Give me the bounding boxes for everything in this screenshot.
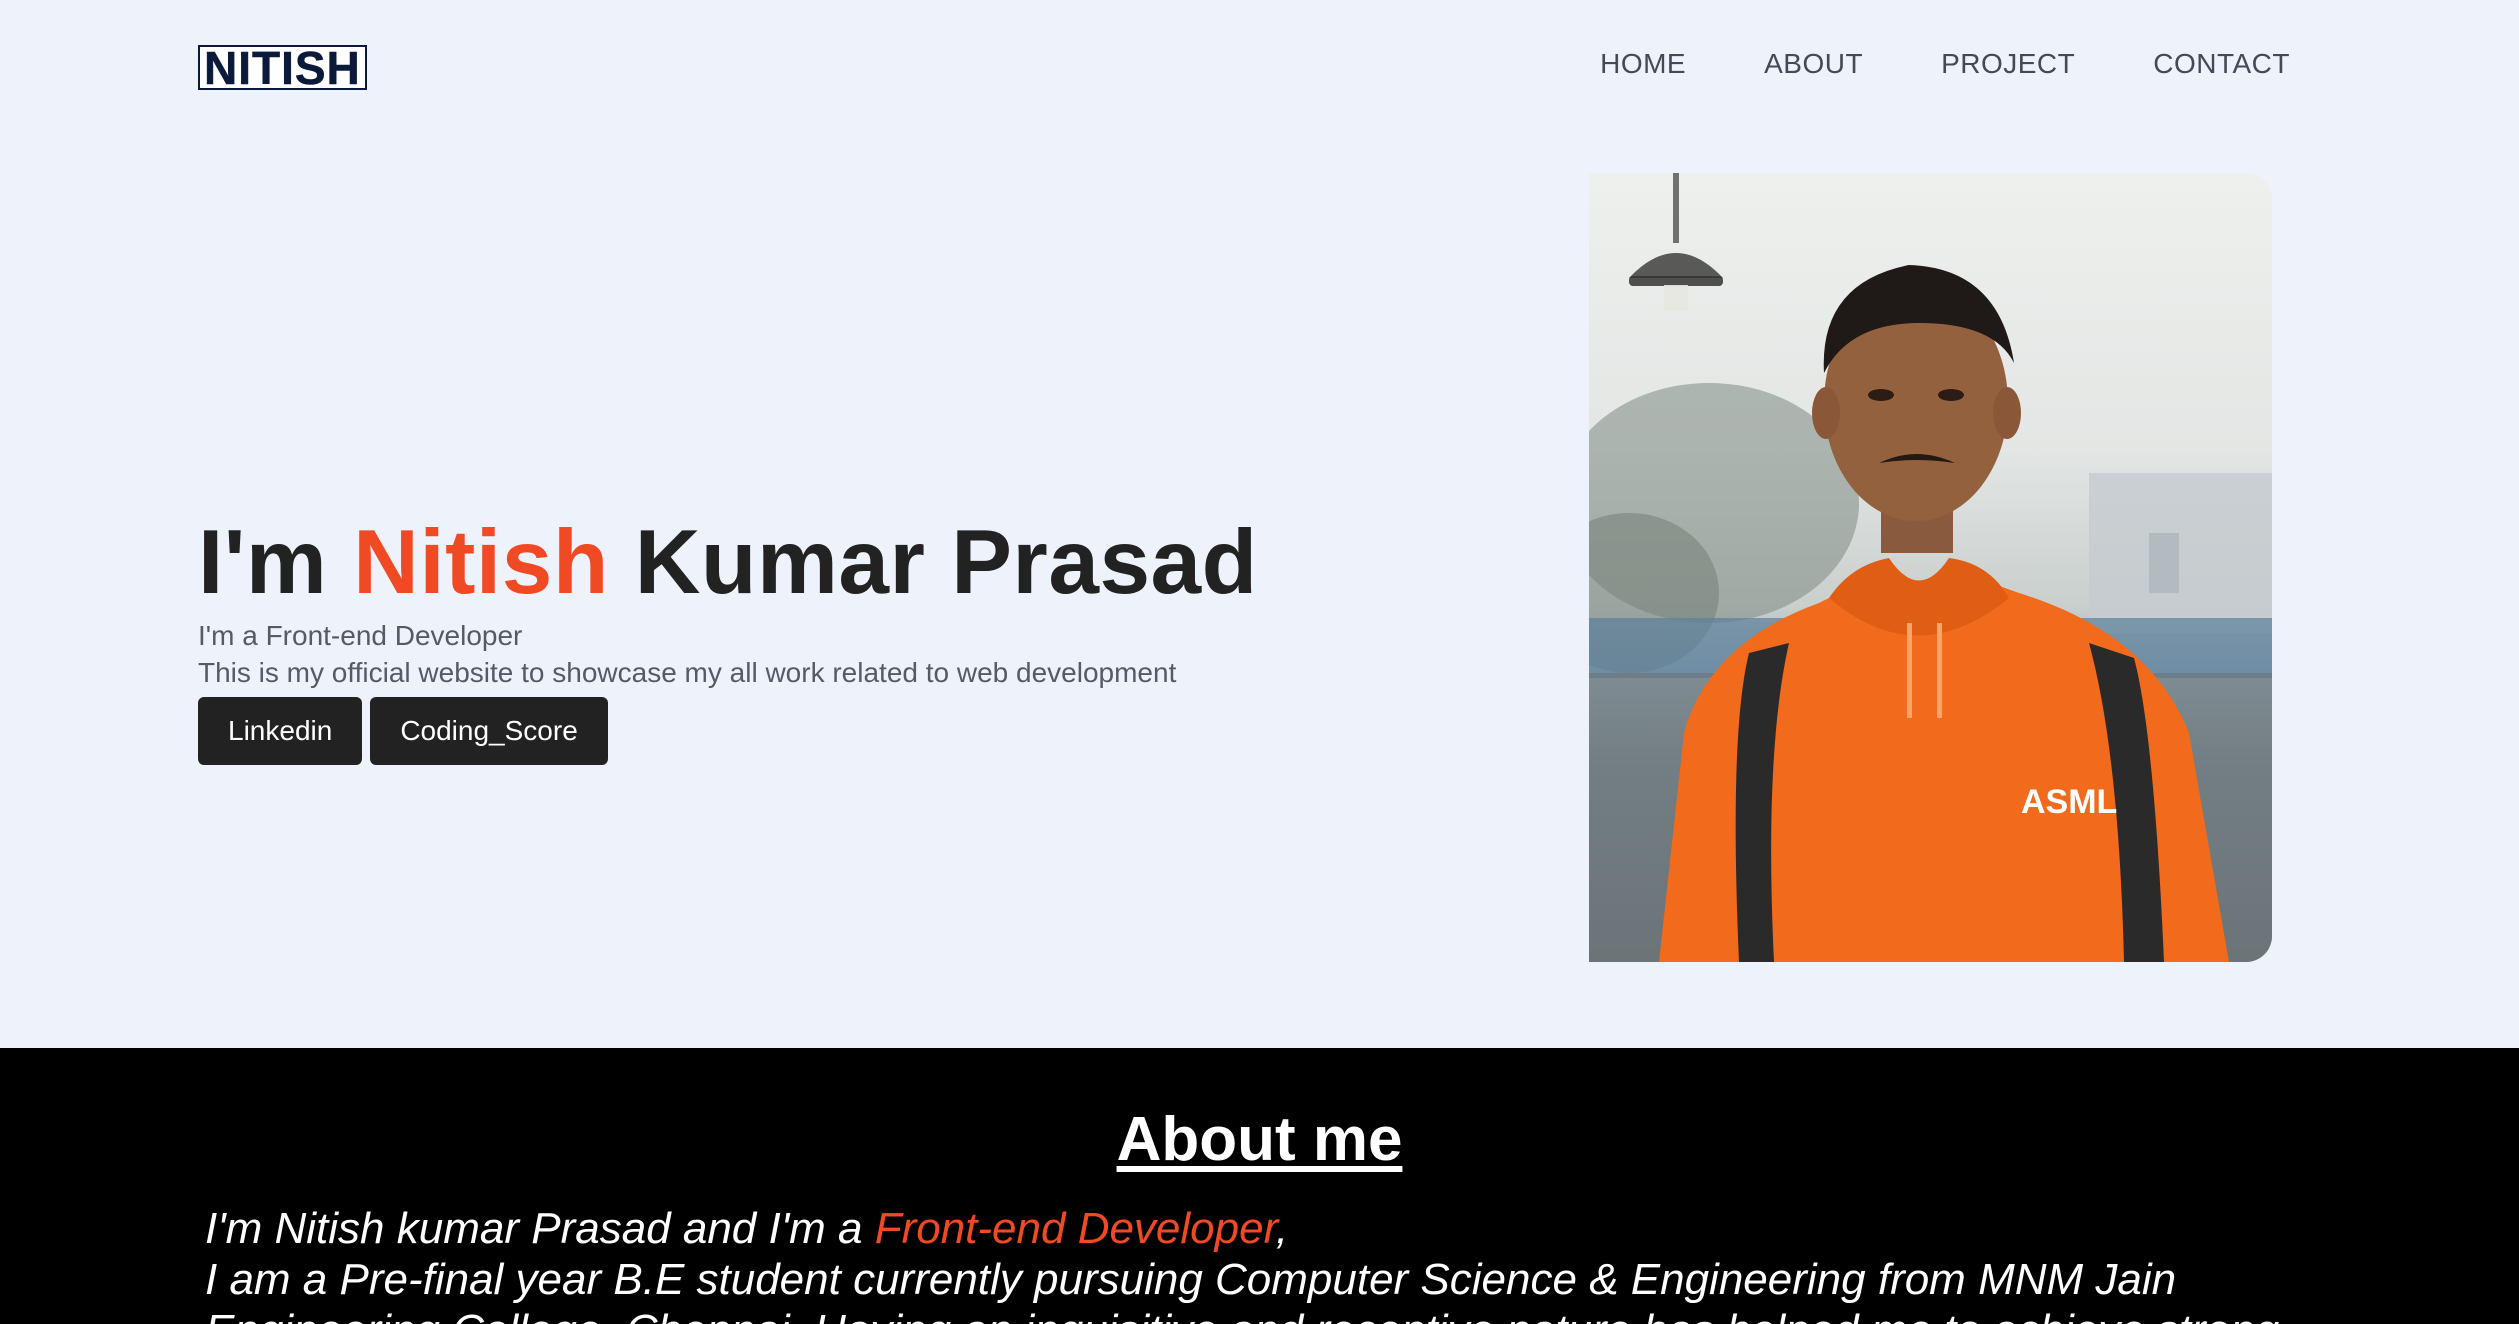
nav-project-link[interactable]: PROJECT — [1941, 48, 2075, 80]
hero-description: This is my official website to showcase … — [198, 656, 1177, 688]
about-line-1-suffix: , — [1275, 1204, 1289, 1253]
hero-title: I'm Nitish Kumar Prasad — [198, 515, 1498, 611]
linkedin-button[interactable]: Linkedin — [198, 696, 363, 765]
nav-about-link[interactable]: ABOUT — [1764, 48, 1863, 80]
profile-photo: ASML — [1589, 173, 2272, 962]
hero-title-suffix: Kumar Prasad — [608, 512, 1258, 613]
nav-contact-link[interactable]: CONTACT — [2153, 48, 2290, 80]
about-line-1-accent: Front-end Developer — [874, 1204, 1276, 1253]
site-logo[interactable]: NITISH — [198, 41, 367, 94]
main-nav: HOME ABOUT PROJECT CONTACT — [1600, 48, 2290, 80]
portfolio-page: NITISH HOME ABOUT PROJECT CONTACT I'm Ni… — [0, 0, 2519, 1324]
hero-button-row: Linkedin Coding_Score — [198, 696, 1498, 765]
hero-role: I'm a Front-end Developer — [198, 619, 523, 651]
about-line-1: I'm Nitish kumar Prasad and I'm a Front-… — [205, 1203, 2355, 1254]
profile-photo-illustration: ASML — [1589, 173, 2272, 962]
about-line-3: Engineering College, Chennai. Having an … — [205, 1305, 2355, 1324]
about-line-1-prefix: I'm Nitish kumar Prasad and I'm a — [205, 1204, 875, 1253]
coding-score-button[interactable]: Coding_Score — [370, 696, 608, 765]
nav-home-link[interactable]: HOME — [1600, 48, 1686, 80]
hero-title-accent: Nitish — [353, 512, 609, 613]
about-line-2: I am a Pre-final year B.E student curren… — [205, 1255, 2177, 1304]
about-body: I'm Nitish kumar Prasad and I'm a Front-… — [205, 1203, 2355, 1324]
site-header: NITISH HOME ABOUT PROJECT CONTACT — [0, 0, 2519, 140]
hoodie-logo-text: ASML — [2021, 783, 2117, 821]
about-section: About me I'm Nitish kumar Prasad and I'm… — [0, 1048, 2519, 1324]
logo-text: NITISH — [204, 41, 361, 94]
hero-intro: I'm Nitish Kumar Prasad I'm a Front-end … — [198, 515, 1498, 765]
about-heading: About me — [1116, 1105, 1403, 1174]
hero-title-prefix: I'm — [198, 512, 354, 613]
